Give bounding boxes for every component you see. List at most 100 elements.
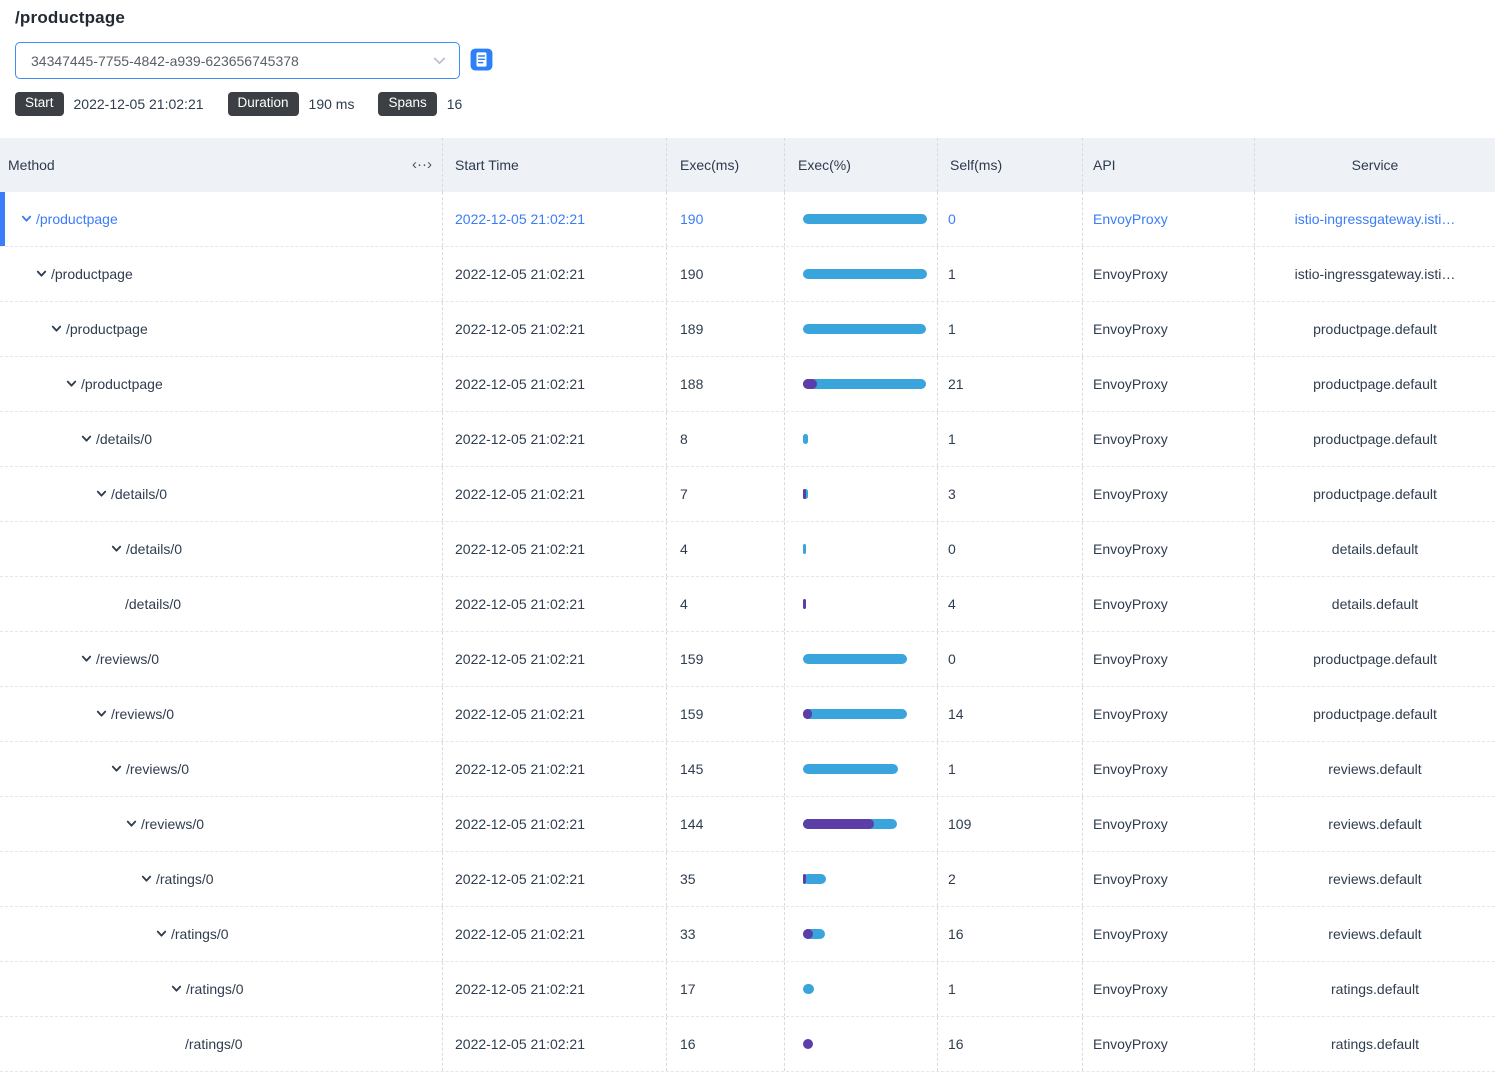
table-row[interactable]: /ratings/02022-12-05 21:02:21171EnvoyPro… <box>0 962 1495 1017</box>
self-ms-cell: 1 <box>938 412 1083 466</box>
table-row[interactable]: /productpage2022-12-05 21:02:2118821Envo… <box>0 357 1495 412</box>
method-inner: /ratings/0 <box>0 926 442 942</box>
chevron-down-icon[interactable] <box>125 817 138 830</box>
start-time-cell: 2022-12-05 21:02:21 <box>443 962 667 1016</box>
method-cell[interactable]: /reviews/0 <box>0 632 443 686</box>
exec-ms-cell: 159 <box>667 632 785 686</box>
api-cell: EnvoyProxy <box>1083 247 1255 301</box>
table-row[interactable]: /details/02022-12-05 21:02:2140EnvoyProx… <box>0 522 1495 577</box>
chevron-down-icon[interactable] <box>80 652 93 665</box>
exec-ms-cell: 4 <box>667 577 785 631</box>
table-row[interactable]: /reviews/02022-12-05 21:02:2115914EnvoyP… <box>0 687 1495 742</box>
service-name: ratings.default <box>1331 1036 1419 1052</box>
self-duration-bar <box>803 489 806 499</box>
chevron-down-icon[interactable] <box>65 377 78 390</box>
self-duration-bar <box>803 874 806 884</box>
method-cell[interactable]: /productpage <box>0 302 443 356</box>
service-cell: istio-ingressgateway.isti… <box>1255 247 1495 301</box>
span-method-label: /reviews/0 <box>111 706 174 722</box>
span-method-label: /productpage <box>66 321 148 337</box>
method-cell[interactable]: /ratings/0 <box>0 907 443 961</box>
start-time-cell: 2022-12-05 21:02:21 <box>443 907 667 961</box>
method-cell[interactable]: /details/0 <box>0 412 443 466</box>
self-ms-cell: 2 <box>938 852 1083 906</box>
column-header-api: API <box>1083 138 1255 192</box>
table-row[interactable]: /productpage2022-12-05 21:02:211901Envoy… <box>0 247 1495 302</box>
service-cell: ratings.default <box>1255 962 1495 1016</box>
table-row[interactable]: /reviews/02022-12-05 21:02:21144109Envoy… <box>0 797 1495 852</box>
copy-trace-id-button[interactable] <box>469 47 494 75</box>
method-cell[interactable]: /details/0 <box>0 522 443 576</box>
api-cell: EnvoyProxy <box>1083 577 1255 631</box>
start-time-cell: 2022-12-05 21:02:21 <box>443 797 667 851</box>
method-cell[interactable]: /reviews/0 <box>0 797 443 851</box>
self-duration-bar <box>803 929 813 939</box>
table-row[interactable]: /ratings/02022-12-05 21:02:21352EnvoyPro… <box>0 852 1495 907</box>
chevron-down-icon[interactable] <box>35 267 48 280</box>
table-row[interactable]: /details/02022-12-05 21:02:2181EnvoyProx… <box>0 412 1495 467</box>
table-row[interactable]: /details/02022-12-05 21:02:2173EnvoyProx… <box>0 467 1495 522</box>
method-cell[interactable]: /reviews/0 <box>0 742 443 796</box>
column-header-method-label: Method <box>8 157 55 173</box>
service-cell: ratings.default <box>1255 1017 1495 1071</box>
method-cell[interactable]: /ratings/0 <box>0 962 443 1016</box>
table-row[interactable]: /productpage2022-12-05 21:02:211891Envoy… <box>0 302 1495 357</box>
method-inner: /productpage <box>0 376 442 392</box>
service-name: details.default <box>1332 596 1418 612</box>
chevron-down-icon[interactable] <box>50 322 63 335</box>
trace-table-body: /productpage2022-12-05 21:02:211900Envoy… <box>0 192 1495 1072</box>
chevron-down-icon[interactable] <box>80 432 93 445</box>
chevron-down-icon[interactable] <box>95 487 108 500</box>
column-resize-icon[interactable]: ‹··› <box>412 156 432 173</box>
chevron-down-icon[interactable] <box>110 542 123 555</box>
service-cell: reviews.default <box>1255 797 1495 851</box>
table-row[interactable]: /productpage2022-12-05 21:02:211900Envoy… <box>0 192 1495 247</box>
start-time-cell: 2022-12-05 21:02:21 <box>443 192 667 246</box>
api-cell: EnvoyProxy <box>1083 687 1255 741</box>
exec-pct-cell <box>785 962 938 1016</box>
self-duration-bar <box>803 379 817 389</box>
span-method-label: /reviews/0 <box>126 761 189 777</box>
chevron-down-icon[interactable] <box>20 212 33 225</box>
method-cell[interactable]: /productpage <box>0 357 443 411</box>
exec-ms-cell: 159 <box>667 687 785 741</box>
self-duration-bar <box>803 599 806 609</box>
exec-duration-bar <box>803 764 898 774</box>
service-name: ratings.default <box>1331 981 1419 997</box>
method-cell[interactable]: /details/0 <box>0 467 443 521</box>
chevron-down-icon[interactable] <box>140 872 153 885</box>
self-ms-cell: 109 <box>938 797 1083 851</box>
method-cell[interactable]: /ratings/0 <box>0 852 443 906</box>
span-method-label: /productpage <box>36 211 118 227</box>
method-cell[interactable]: /details/0 <box>0 577 443 631</box>
chevron-down-icon[interactable] <box>110 762 123 775</box>
chevron-down-icon[interactable] <box>95 707 108 720</box>
self-ms-cell: 4 <box>938 577 1083 631</box>
service-cell: reviews.default <box>1255 852 1495 906</box>
table-row[interactable]: /details/02022-12-05 21:02:2144EnvoyProx… <box>0 577 1495 632</box>
duration-badge: Duration <box>228 92 299 116</box>
chevron-down-icon[interactable] <box>170 982 183 995</box>
method-cell[interactable]: /reviews/0 <box>0 687 443 741</box>
chevron-down-icon[interactable] <box>155 927 168 940</box>
self-ms-cell: 1 <box>938 742 1083 796</box>
table-row[interactable]: /reviews/02022-12-05 21:02:211590EnvoyPr… <box>0 632 1495 687</box>
service-cell: reviews.default <box>1255 742 1495 796</box>
self-ms-cell: 1 <box>938 962 1083 1016</box>
exec-pct-cell <box>785 852 938 906</box>
method-inner: /details/0 <box>0 596 442 612</box>
table-row[interactable]: /ratings/02022-12-05 21:02:211616EnvoyPr… <box>0 1017 1495 1072</box>
trace-span-table: Method ‹··› Start Time Exec(ms) Exec(%) … <box>0 138 1495 1072</box>
method-inner: /productpage <box>0 321 442 337</box>
table-row[interactable]: /reviews/02022-12-05 21:02:211451EnvoyPr… <box>0 742 1495 797</box>
start-time-cell: 2022-12-05 21:02:21 <box>443 522 667 576</box>
method-cell[interactable]: /productpage <box>0 192 443 246</box>
method-cell[interactable]: /productpage <box>0 247 443 301</box>
method-cell[interactable]: /ratings/0 <box>0 1017 443 1071</box>
duration-bar-track <box>803 599 927 609</box>
api-cell: EnvoyProxy <box>1083 412 1255 466</box>
trace-id-select[interactable]: 34347445-7755-4842-a939-623656745378 <box>15 42 460 79</box>
start-badge: Start <box>15 92 64 116</box>
service-name: istio-ingressgateway.isti… <box>1295 211 1456 227</box>
table-row[interactable]: /ratings/02022-12-05 21:02:213316EnvoyPr… <box>0 907 1495 962</box>
